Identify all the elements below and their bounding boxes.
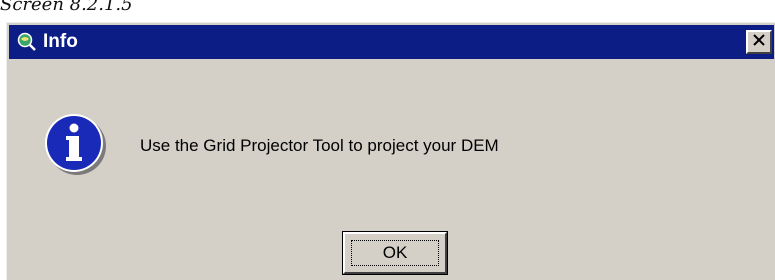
close-button[interactable]	[746, 30, 772, 54]
info-icon	[43, 111, 109, 177]
window-title: Info	[43, 31, 78, 52]
info-dialog: Info Use the Grid Projector Tool to proj…	[6, 22, 775, 280]
close-icon	[753, 33, 765, 51]
ok-button[interactable]: OK	[342, 231, 448, 275]
dialog-message: Use the Grid Projector Tool to project y…	[140, 136, 499, 155]
figure-caption: Screen 8.2.1.5	[0, 0, 133, 15]
title-bar[interactable]: Info	[9, 25, 774, 59]
magnifier-globe-icon	[17, 32, 37, 52]
ok-button-label: OK	[382, 243, 408, 262]
